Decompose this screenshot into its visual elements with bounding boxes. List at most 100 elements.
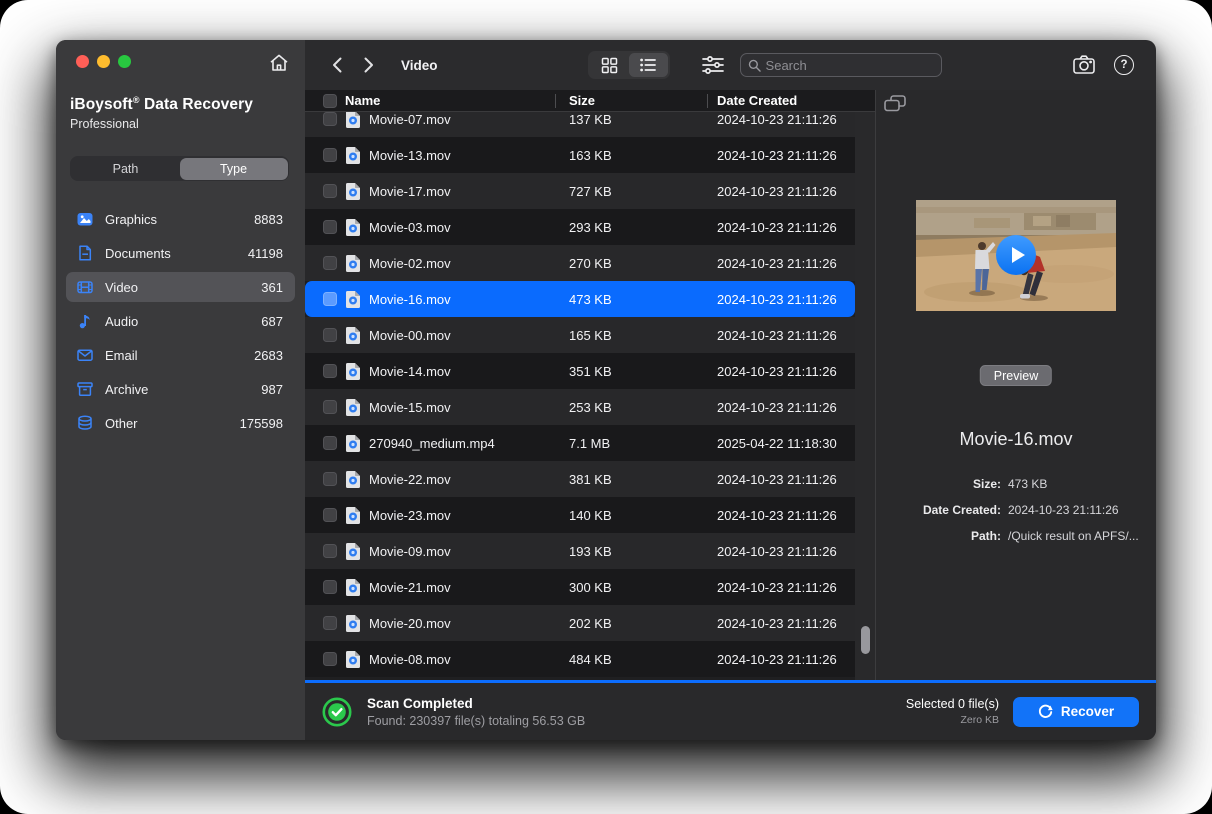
row-checkbox[interactable] [323,580,337,594]
file-name: Movie-03.mov [369,220,561,235]
table-row[interactable]: Movie-15.mov253 KB2024-10-23 21:11:26 [305,389,855,425]
file-name: Movie-22.mov [369,472,561,487]
row-checkbox[interactable] [323,616,337,630]
file-size: 727 KB [569,184,709,199]
table-row[interactable]: Movie-22.mov381 KB2024-10-23 21:11:26 [305,461,855,497]
sidebar-category-list: Graphics 8883 Documents 41198 Video 361 [66,204,295,442]
video-file-icon [345,542,361,561]
table-row[interactable]: Movie-23.mov140 KB2024-10-23 21:11:26 [305,497,855,533]
audio-icon [76,312,94,330]
forward-icon[interactable] [357,54,379,76]
file-size: 140 KB [569,508,709,523]
file-date: 2024-10-23 21:11:26 [717,652,855,667]
column-header-name[interactable]: Name [345,93,561,108]
row-checkbox[interactable] [323,508,337,522]
file-name: Movie-00.mov [369,328,561,343]
preview-button[interactable]: Preview [980,365,1052,386]
help-icon[interactable]: ? [1114,55,1134,75]
column-header-date[interactable]: Date Created [717,93,875,108]
grid-view-icon[interactable] [590,53,629,77]
table-row[interactable]: Movie-20.mov202 KB2024-10-23 21:11:26 [305,605,855,641]
row-checkbox[interactable] [323,544,337,558]
sidebar-item-archive[interactable]: Archive 987 [66,374,295,404]
video-file-icon [345,470,361,489]
popout-icon[interactable] [884,95,906,112]
sidebar-item-graphics[interactable]: Graphics 8883 [66,204,295,234]
recover-icon [1038,704,1053,719]
table-row[interactable]: Movie-00.mov165 KB2024-10-23 21:11:26 [305,317,855,353]
table-row[interactable]: Movie-13.mov163 KB2024-10-23 21:11:26 [305,137,855,173]
home-icon[interactable] [268,52,290,74]
video-file-icon [345,218,361,237]
file-date: 2024-10-23 21:11:26 [717,508,855,523]
search-icon [748,59,761,72]
row-checkbox[interactable] [323,292,337,306]
email-icon [76,346,94,364]
selected-count: Selected 0 file(s) [906,697,999,711]
file-name: Movie-13.mov [369,148,561,163]
list-view-icon[interactable] [629,53,668,77]
row-checkbox[interactable] [323,148,337,162]
file-name: Movie-20.mov [369,616,561,631]
zoom-button[interactable] [118,55,131,68]
file-size: 484 KB [569,652,709,667]
video-thumbnail [916,200,1116,311]
search-input[interactable] [766,58,934,73]
table-row[interactable]: Movie-09.mov193 KB2024-10-23 21:11:26 [305,533,855,569]
scan-status-detail: Found: 230397 file(s) totaling 56.53 GB [367,714,585,728]
sidebar-item-video[interactable]: Video 361 [66,272,295,302]
toolbar: Video [305,40,1156,90]
table-row[interactable]: Movie-17.mov727 KB2024-10-23 21:11:26 [305,173,855,209]
column-divider [707,94,708,108]
row-checkbox[interactable] [323,472,337,486]
minimize-button[interactable] [97,55,110,68]
status-bar: Scan Completed Found: 230397 file(s) tot… [305,683,1156,740]
sidebar-item-audio[interactable]: Audio 687 [66,306,295,336]
breadcrumb: Video [401,58,438,73]
path-type-segmented-control: Path Type [70,156,289,181]
row-checkbox[interactable] [323,328,337,342]
row-checkbox[interactable] [323,436,337,450]
table-row-selected[interactable]: Movie-16.mov473 KB2024-10-23 21:11:26 [305,281,855,317]
sidebar-item-email[interactable]: Email 2683 [66,340,295,370]
tab-type[interactable]: Type [180,158,288,180]
row-checkbox[interactable] [323,112,337,126]
recover-button[interactable]: Recover [1013,697,1139,727]
scrollbar-thumb[interactable] [861,626,870,654]
file-size: 253 KB [569,400,709,415]
row-checkbox[interactable] [323,220,337,234]
play-icon[interactable] [996,235,1036,275]
table-row[interactable]: 270940_medium.mp47.1 MB2025-04-22 11:18:… [305,425,855,461]
select-all-checkbox[interactable] [323,94,337,108]
sidebar-item-other[interactable]: Other 175598 [66,408,295,438]
table-row[interactable]: Movie-03.mov293 KB2024-10-23 21:11:26 [305,209,855,245]
file-details: Size: 473 KB Date Created: 2024-10-23 21… [876,471,1148,549]
check-circle-icon [322,697,352,727]
column-header-size[interactable]: Size [569,93,709,108]
file-size: 293 KB [569,220,709,235]
filter-icon[interactable] [700,53,726,77]
file-date: 2024-10-23 21:11:26 [717,472,855,487]
row-checkbox[interactable] [323,652,337,666]
table-row[interactable]: Movie-08.mov 484 KB 2024-10-23 21:11:26 [305,641,855,677]
desktop-background: iBoysoft® Data Recovery Professional Pat… [0,0,1212,814]
row-checkbox[interactable] [323,400,337,414]
file-size: 7.1 MB [569,436,709,451]
video-file-icon [345,290,361,309]
tab-path[interactable]: Path [72,158,180,180]
sidebar-item-documents[interactable]: Documents 41198 [66,238,295,268]
row-checkbox[interactable] [323,256,337,270]
video-file-icon [345,506,361,525]
camera-icon[interactable] [1072,53,1096,77]
file-date: 2024-10-23 21:11:26 [717,544,855,559]
file-name: Movie-08.mov [369,652,561,667]
row-checkbox[interactable] [323,184,337,198]
row-checkbox[interactable] [323,364,337,378]
table-row[interactable]: Movie-02.mov270 KB2024-10-23 21:11:26 [305,245,855,281]
file-size: 300 KB [569,580,709,595]
table-row[interactable]: Movie-21.mov300 KB2024-10-23 21:11:26 [305,569,855,605]
back-icon[interactable] [327,54,349,76]
table-row[interactable]: Movie-14.mov351 KB2024-10-23 21:11:26 [305,353,855,389]
close-button[interactable] [76,55,89,68]
video-file-icon [345,434,361,453]
